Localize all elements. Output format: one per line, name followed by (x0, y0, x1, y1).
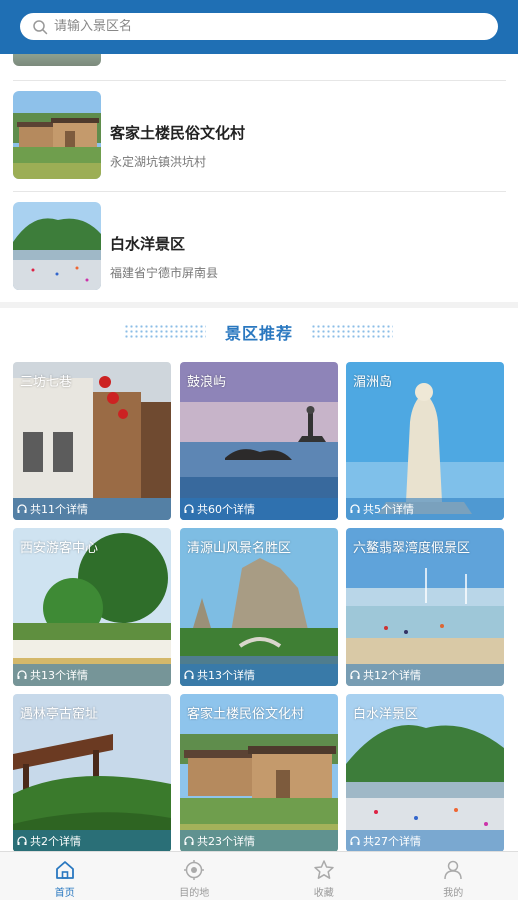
spot-tile[interactable]: 六鳌翡翠湾度假景区 共12个详情 (346, 528, 504, 686)
tile-title: 清源山风景名胜区 (187, 541, 292, 556)
tab-label: 我的 (443, 888, 464, 899)
spot-thumbnail (13, 91, 101, 179)
bottom-tab-bar: 首页 目的地 收藏 我的 (0, 851, 518, 900)
spot-tile[interactable]: 白水洋景区 共27个详情 (346, 694, 504, 852)
tile-footer: 共13个详情 (180, 664, 338, 686)
spot-thumbnail (13, 202, 101, 290)
spot-address: 福建省宁德市屏南县 (110, 266, 219, 280)
tab-favorites[interactable]: 收藏 (259, 852, 389, 900)
search-icon (33, 19, 48, 34)
tile-footer: 共2个详情 (13, 830, 171, 852)
tab-label: 目的地 (179, 888, 210, 899)
tile-count: 共5个详情 (363, 503, 414, 516)
tile-title: 湄洲岛 (353, 375, 393, 390)
spot-tile[interactable]: 清源山风景名胜区 共13个详情 (180, 528, 338, 686)
spot-tile[interactable]: 西安游客中心 共13个详情 (13, 528, 171, 686)
tile-title: 遇林亭古窑址 (20, 707, 99, 722)
list-item[interactable]: 客家土楼民俗文化村 永定湖坑镇洪坑村 (0, 81, 518, 191)
spot-address: 永定湖坑镇洪坑村 (110, 155, 207, 169)
tile-title: 三坊七巷 (20, 375, 73, 390)
tile-footer: 共13个详情 (13, 664, 171, 686)
tile-title: 六鳌翡翠湾度假景区 (353, 541, 471, 556)
tile-count: 共11个详情 (30, 503, 88, 516)
tile-footer: 共11个详情 (13, 498, 171, 520)
headphones-icon (17, 504, 27, 513)
headphones-icon (184, 504, 194, 513)
tab-label: 首页 (54, 888, 75, 899)
tile-count: 共60个详情 (197, 503, 255, 516)
search-input[interactable] (54, 19, 474, 34)
tile-title: 鼓浪屿 (187, 375, 227, 390)
spot-name: 白水洋景区 (110, 235, 186, 253)
headphones-icon (17, 836, 27, 845)
tile-footer: 共5个详情 (346, 498, 504, 520)
spot-tile[interactable]: 鼓浪屿 共60个详情 (180, 362, 338, 520)
tile-count: 共13个详情 (30, 669, 88, 682)
tile-count: 共27个详情 (363, 835, 421, 848)
decor-dots-right (311, 324, 393, 338)
headphones-icon (184, 670, 194, 679)
location-icon (184, 860, 205, 880)
tile-count: 共12个详情 (363, 669, 421, 682)
headphones-icon (350, 670, 360, 679)
tile-footer: 共27个详情 (346, 830, 504, 852)
search-box[interactable] (20, 13, 498, 40)
tile-footer: 共60个详情 (180, 498, 338, 520)
spot-list: 客家土楼民俗文化村 永定湖坑镇洪坑村 白水洋景区 福建省宁德市屏南县 (0, 54, 518, 302)
headphones-icon (17, 670, 27, 679)
spot-tile[interactable]: 遇林亭古窑址 共2个详情 (13, 694, 171, 852)
spot-tile[interactable]: 湄洲岛 共5个详情 (346, 362, 504, 520)
list-item[interactable]: 白水洋景区 福建省宁德市屏南县 (0, 192, 518, 302)
tile-footer: 共23个详情 (180, 830, 338, 852)
headphones-icon (184, 836, 194, 845)
tile-count: 共23个详情 (197, 835, 255, 848)
recommend-section: 景区推荐 三坊七巷 共11个详情 鼓浪屿 共60个详情 湄洲岛 共5个详情 西安… (0, 308, 518, 852)
tile-footer: 共12个详情 (346, 664, 504, 686)
spot-name: 客家土楼民俗文化村 (110, 124, 246, 142)
spot-thumbnail-partial[interactable] (13, 54, 101, 66)
home-icon (55, 861, 74, 879)
tile-count: 共13个详情 (197, 669, 255, 682)
headphones-icon (350, 504, 360, 513)
tab-destination[interactable]: 目的地 (130, 852, 260, 900)
tile-title: 白水洋景区 (353, 707, 419, 722)
spot-tile[interactable]: 客家土楼民俗文化村 共23个详情 (180, 694, 338, 852)
star-icon (314, 860, 334, 879)
headphones-icon (350, 836, 360, 845)
tile-count: 共2个详情 (30, 835, 81, 848)
tab-home[interactable]: 首页 (0, 852, 130, 900)
spot-tile[interactable]: 三坊七巷 共11个详情 (13, 362, 171, 520)
top-bar (0, 0, 518, 54)
tile-title: 客家土楼民俗文化村 (187, 707, 305, 722)
user-icon (444, 860, 462, 880)
tile-title: 西安游客中心 (20, 541, 99, 556)
tab-mine[interactable]: 我的 (389, 852, 518, 900)
tab-label: 收藏 (313, 888, 334, 899)
section-title: 景区推荐 (224, 324, 293, 343)
